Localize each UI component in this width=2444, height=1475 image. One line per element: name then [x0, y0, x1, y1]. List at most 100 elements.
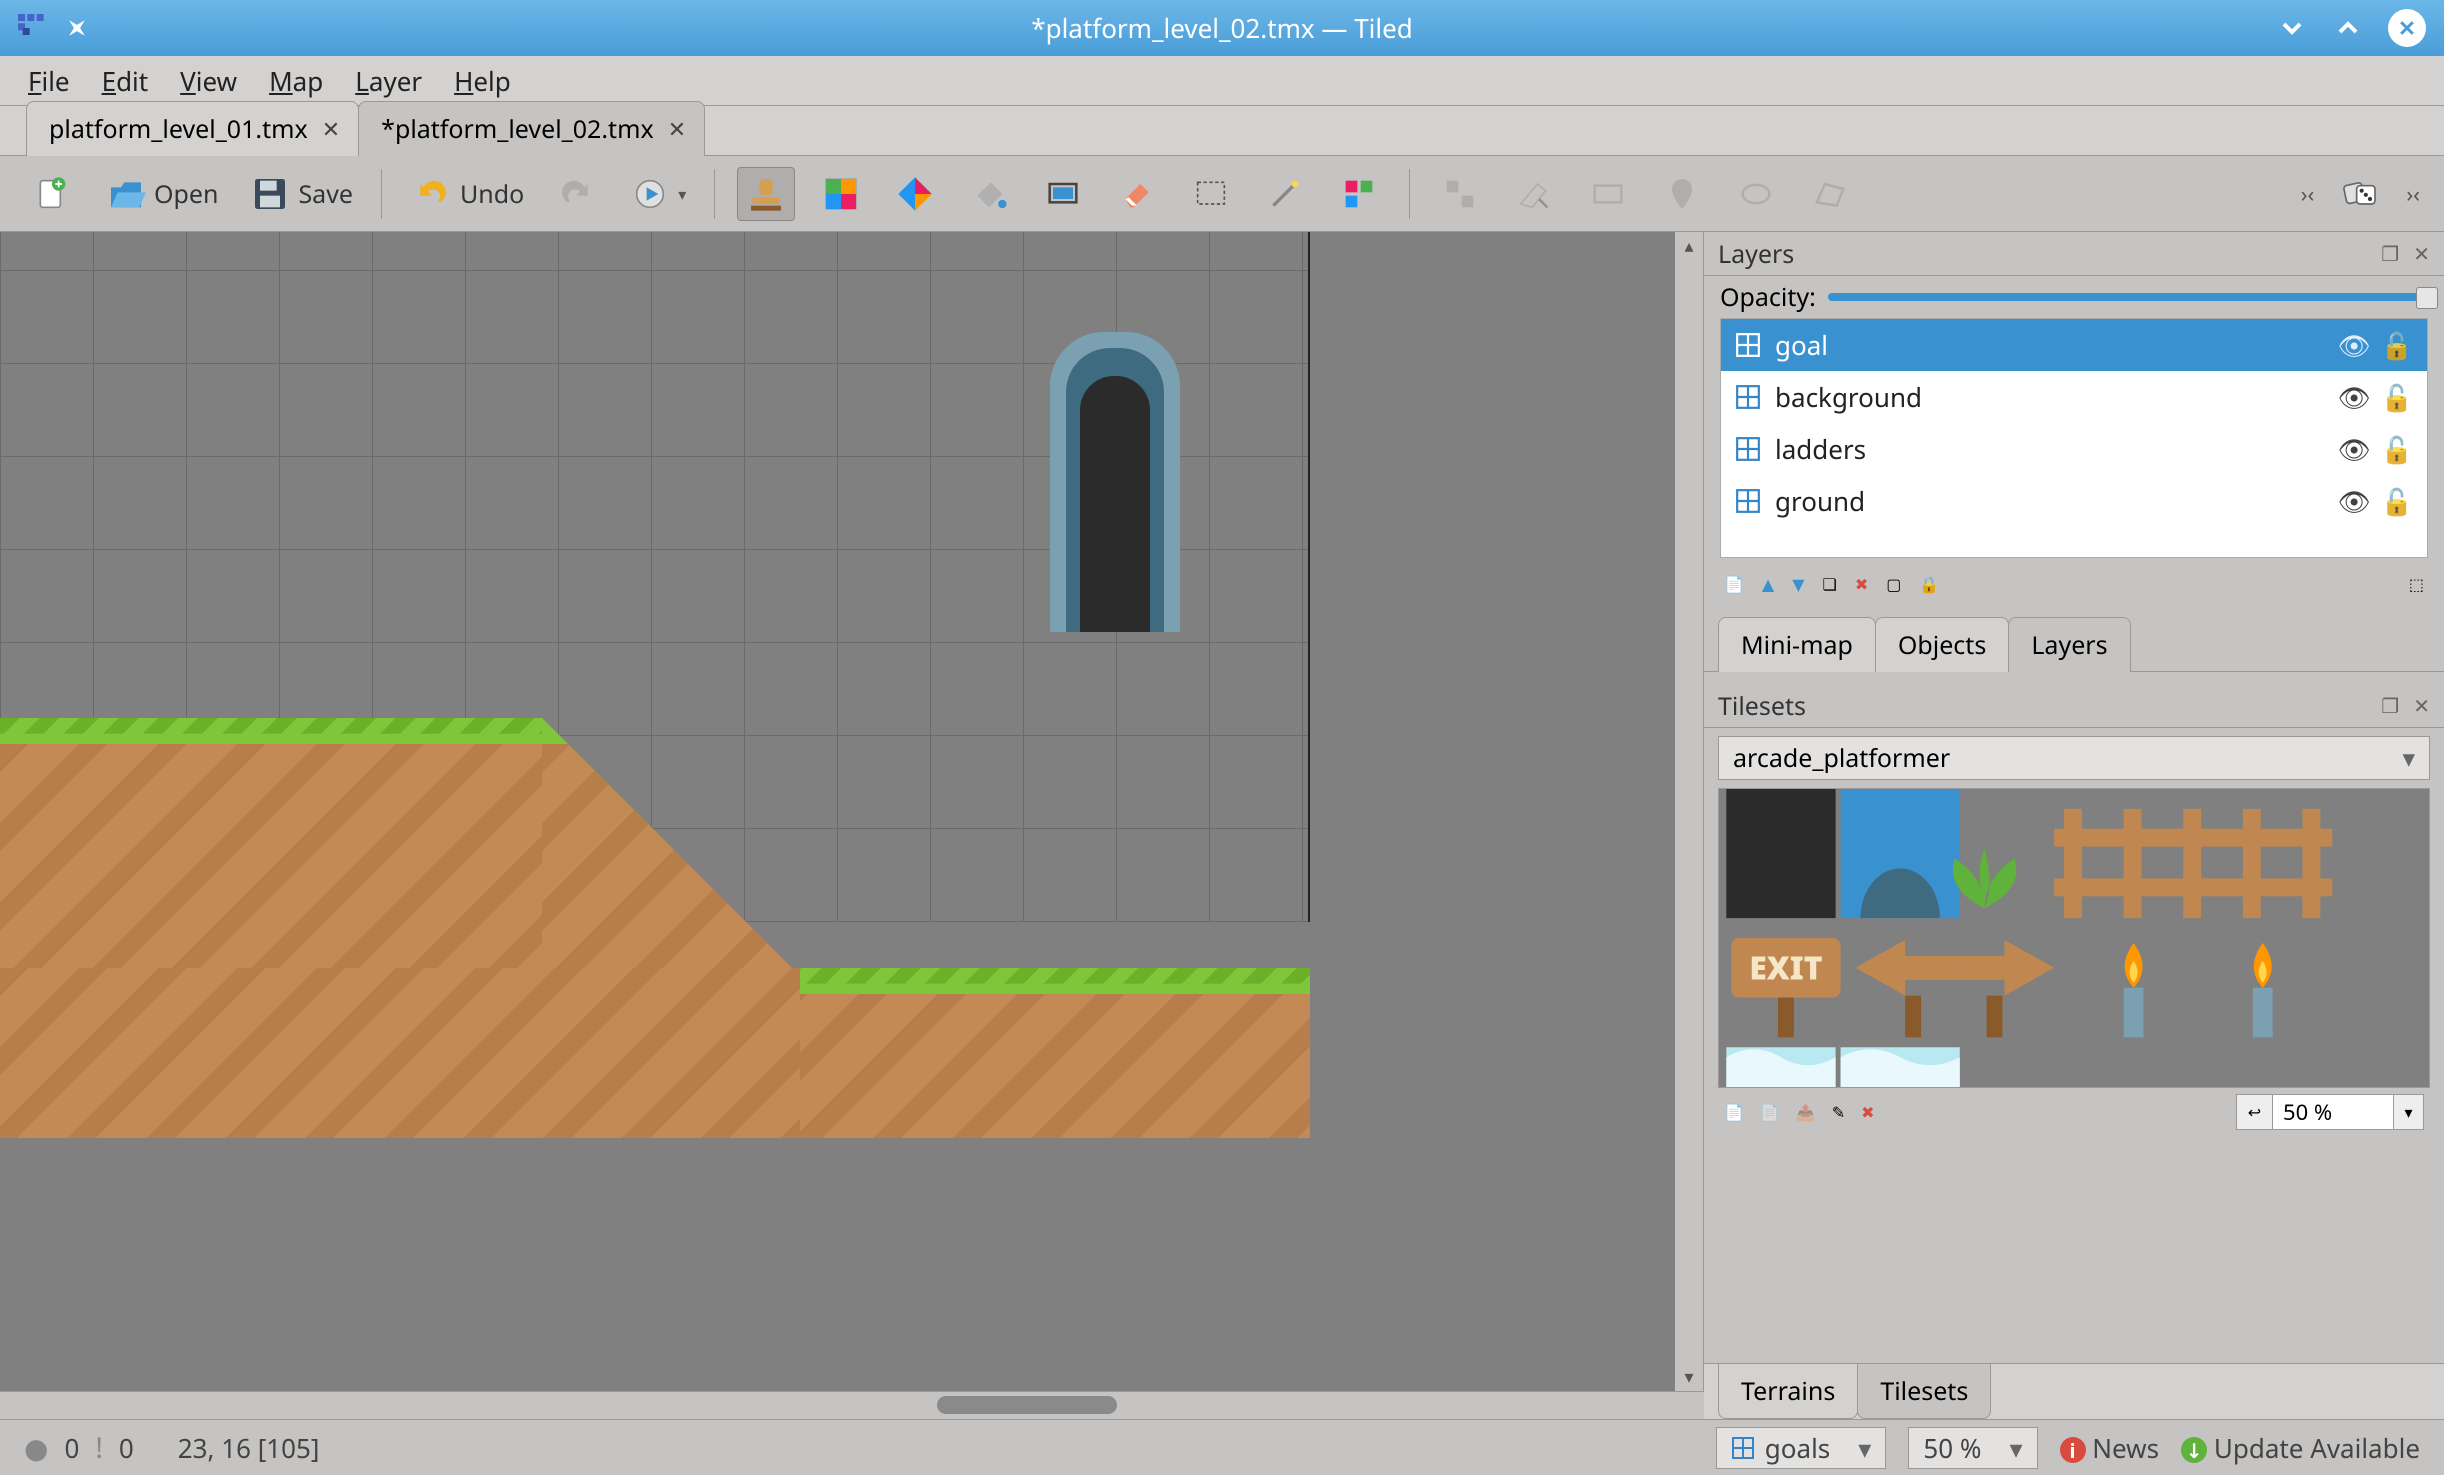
stamp-tool[interactable] — [737, 167, 795, 221]
new-tileset-icon[interactable]: 📄 — [1724, 1101, 1744, 1123]
export-tileset-icon[interactable]: 📤 — [1796, 1101, 1816, 1123]
close-button[interactable] — [2388, 9, 2426, 47]
menu-help[interactable]: Help — [454, 63, 511, 99]
new-layer-icon[interactable]: 📄 — [1724, 573, 1744, 595]
layer-row[interactable]: ground 👁🔓 — [1721, 475, 2427, 527]
layer-lock-icon[interactable]: 🔓 — [2381, 483, 2413, 519]
terrain-brush-tool[interactable] — [813, 168, 869, 220]
toolbar-overflow-icon[interactable]: ›‹ — [2301, 179, 2315, 209]
close-tab-icon[interactable]: ✕ — [668, 114, 686, 144]
highlight-layer-icon[interactable]: ⬚ — [2409, 573, 2424, 595]
minimize-icon[interactable] — [2276, 12, 2308, 44]
layer-visible-icon[interactable]: 👁 — [2338, 431, 2371, 467]
close-tab-icon[interactable]: ✕ — [322, 114, 340, 144]
menu-edit[interactable]: Edit — [102, 63, 149, 99]
layer-lock-icon[interactable]: 🔓 — [2381, 379, 2413, 415]
delete-layer-icon[interactable]: ✖ — [1855, 573, 1868, 595]
file-tab[interactable]: platform_level_01.tmx ✕ — [26, 101, 359, 156]
toggle-other-layers-icon[interactable]: ▢ — [1886, 573, 1901, 595]
select-objects-tool[interactable] — [1432, 168, 1488, 220]
duplicate-layer-icon[interactable]: ❏ — [1823, 573, 1837, 595]
dropdown-icon[interactable]: ▾ — [2393, 1095, 2423, 1129]
titlebar: *platform_level_02.tmx — Tiled — [0, 0, 2444, 56]
new-button[interactable] — [24, 168, 80, 220]
tileset-view[interactable]: EXIT — [1718, 788, 2430, 1088]
news-button[interactable]: i News — [2060, 1430, 2160, 1466]
panel-float-icon[interactable]: ❐ — [2381, 240, 2399, 267]
insert-point-tool[interactable] — [1654, 168, 1710, 220]
layer-lock-icon[interactable]: 🔓 — [2381, 431, 2413, 467]
tileset-zoom-input[interactable] — [2273, 1095, 2393, 1129]
menu-map[interactable]: Map — [269, 63, 323, 99]
insert-rectangle-tool[interactable] — [1580, 168, 1636, 220]
update-available-button[interactable]: ↓ Update Available — [2181, 1430, 2420, 1466]
errors-icon[interactable]: ● — [24, 1429, 48, 1467]
toolbar-overflow-icon[interactable]: ›‹ — [2406, 179, 2420, 209]
bucket-fill-tool[interactable] — [961, 168, 1017, 220]
layer-visible-icon[interactable]: 👁 — [2338, 483, 2371, 519]
menu-file[interactable]: File — [28, 63, 70, 99]
shape-fill-tool[interactable] — [1035, 168, 1091, 220]
delete-tileset-icon[interactable]: ✖ — [1861, 1101, 1874, 1123]
insert-polygon-tool[interactable] — [1802, 168, 1858, 220]
subtab-objects[interactable]: Objects — [1875, 617, 2009, 672]
embed-tileset-icon[interactable]: 📄 — [1760, 1101, 1780, 1123]
file-tab-label: platform_level_01.tmx — [49, 112, 308, 146]
tileset-zoom-box[interactable]: ↩ ▾ — [2236, 1094, 2424, 1130]
layer-row[interactable]: goal 👁🔓 — [1721, 319, 2427, 371]
canvas-horizontal-scrollbar[interactable] — [0, 1391, 1704, 1419]
magic-wand-tool[interactable] — [1257, 168, 1313, 220]
file-tab[interactable]: *platform_level_02.tmx ✕ — [358, 101, 705, 156]
menu-view[interactable]: View — [180, 63, 237, 99]
layer-row[interactable]: background 👁 🔓 — [1721, 371, 2427, 423]
layers-panel-subtabs: Mini-map Objects Layers — [1704, 616, 2444, 672]
undo-button[interactable]: Undo — [404, 168, 530, 220]
layer-visible-icon[interactable]: 👁 — [2338, 379, 2371, 415]
opacity-label: Opacity: — [1720, 280, 1816, 314]
random-mode-button[interactable] — [2332, 168, 2388, 220]
layer-name: background — [1775, 379, 1922, 415]
panel-float-icon[interactable]: ❐ — [2381, 692, 2399, 719]
current-layer-combo[interactable]: goals ▾ — [1716, 1427, 1887, 1469]
command-button[interactable]: ▾ — [622, 168, 692, 220]
app-logo-icon — [18, 14, 46, 42]
pin-icon[interactable] — [61, 12, 92, 43]
warnings-count: 0 — [119, 1430, 134, 1466]
lock-layers-icon[interactable]: 🔒 — [1919, 573, 1939, 595]
errors-count: 0 — [64, 1430, 79, 1466]
insert-ellipse-tool[interactable] — [1728, 168, 1784, 220]
menu-layer[interactable]: Layer — [355, 63, 422, 99]
canvas-vertical-scrollbar[interactable]: ▴▾ — [1675, 232, 1703, 1391]
map-canvas[interactable]: ▴▾ — [0, 232, 1704, 1391]
rectangle-select-tool[interactable] — [1183, 168, 1239, 220]
edit-tileset-icon[interactable]: ✎ — [1832, 1101, 1845, 1123]
tilesets-panel-header: Tilesets ❐✕ — [1704, 684, 2444, 728]
edit-polygons-tool[interactable] — [1506, 168, 1562, 220]
redo-button[interactable] — [548, 168, 604, 220]
layer-row[interactable]: ladders 👁🔓 — [1721, 423, 2427, 475]
wang-brush-tool[interactable] — [887, 168, 943, 220]
subtab-terrains[interactable]: Terrains — [1718, 1364, 1858, 1419]
subtab-layers[interactable]: Layers — [2008, 617, 2130, 672]
eraser-tool[interactable] — [1109, 168, 1165, 220]
open-button[interactable]: Open — [98, 168, 224, 220]
layer-lock-icon[interactable]: 🔓 — [2381, 327, 2413, 363]
warnings-icon[interactable]: ! — [95, 1429, 103, 1467]
save-button[interactable]: Save — [242, 168, 359, 220]
panel-close-icon[interactable]: ✕ — [2413, 240, 2430, 267]
layer-visible-icon[interactable]: 👁 — [2338, 327, 2371, 363]
layer-up-icon[interactable]: ▲ — [1762, 573, 1774, 595]
layer-list[interactable]: goal 👁🔓 background 👁🔓 ladders 👁🔓 ground … — [1720, 318, 2428, 558]
select-same-tool[interactable] — [1331, 168, 1387, 220]
maximize-icon[interactable] — [2332, 12, 2364, 44]
zoom-reset-icon[interactable]: ↩ — [2237, 1095, 2273, 1129]
tileset-selector[interactable]: arcade_platformer ▾ — [1718, 736, 2430, 780]
opacity-slider[interactable] — [1828, 293, 2428, 301]
subtab-minimap[interactable]: Mini-map — [1718, 617, 1876, 672]
current-layer-name: goals — [1765, 1430, 1830, 1466]
subtab-tilesets[interactable]: Tilesets — [1857, 1364, 1991, 1419]
tileset-toolbar: 📄 📄 📤 ✎ ✖ ↩ ▾ — [1704, 1088, 2444, 1136]
canvas-zoom-combo[interactable]: 50 % ▾ — [1908, 1427, 2037, 1469]
layer-down-icon[interactable]: ▼ — [1792, 573, 1804, 595]
panel-close-icon[interactable]: ✕ — [2413, 692, 2430, 719]
